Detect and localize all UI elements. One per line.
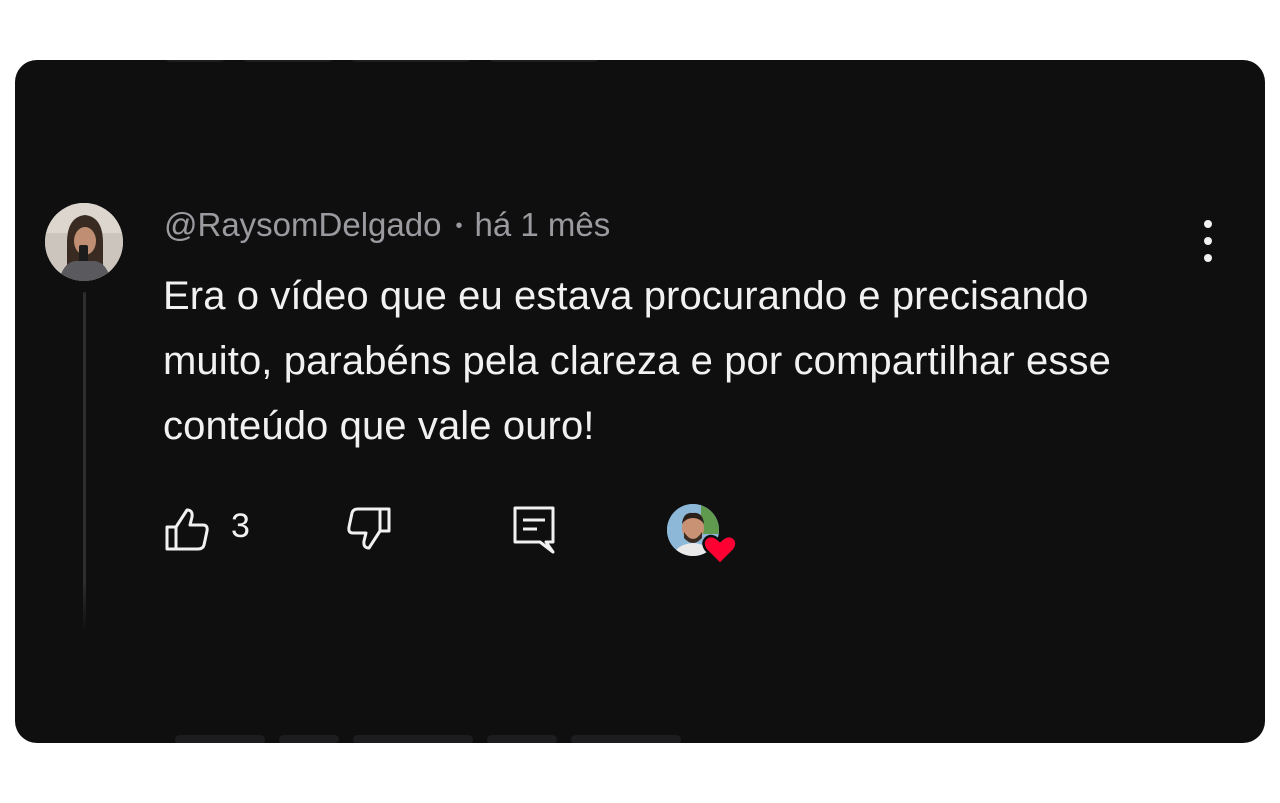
thread-line bbox=[83, 292, 86, 632]
reply-button[interactable] bbox=[510, 504, 558, 556]
like-count: 3 bbox=[231, 506, 250, 545]
creator-heart-badge bbox=[665, 504, 741, 566]
more-actions-button[interactable] bbox=[1193, 218, 1223, 264]
author-avatar[interactable] bbox=[45, 203, 123, 281]
reply-comment-icon bbox=[513, 506, 555, 554]
next-comment-fragment bbox=[175, 735, 715, 743]
like-button[interactable]: 3 bbox=[163, 505, 250, 553]
comment-card: @RaysomDelgado • há 1 mês Era o vídeo que … bbox=[15, 60, 1265, 743]
comment-text: Era o vídeo que eu estava procurando e p… bbox=[163, 274, 1111, 448]
dislike-button[interactable] bbox=[345, 505, 393, 553]
author-avatar-image bbox=[45, 203, 123, 281]
comment-meta: @RaysomDelgado • há 1 mês bbox=[164, 206, 610, 244]
thumbs-down-icon bbox=[347, 507, 391, 550]
meta-separator: • bbox=[455, 215, 463, 237]
author-name[interactable]: @RaysomDelgado bbox=[164, 206, 441, 243]
more-vert-icon bbox=[1204, 220, 1212, 262]
previous-comment-fragment bbox=[165, 60, 625, 68]
thumbs-up-icon bbox=[165, 508, 209, 551]
heart-icon bbox=[702, 534, 738, 566]
comment-timestamp[interactable]: há 1 mês bbox=[474, 206, 610, 243]
